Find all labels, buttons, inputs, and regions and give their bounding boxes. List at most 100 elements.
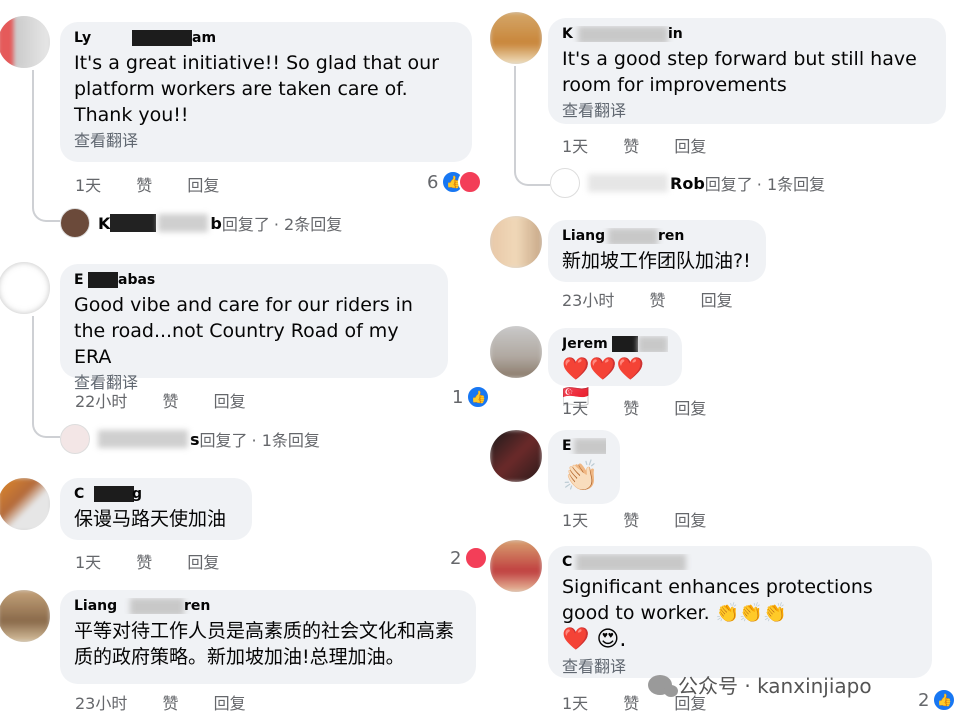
comment-bubble: K in It's a good step forward but still …	[548, 18, 946, 124]
view-replies-link[interactable]: Rob 回复了 · 1条回复	[550, 168, 825, 198]
reply-author-initial: K	[98, 213, 111, 233]
avatar[interactable]	[0, 16, 50, 68]
comment-author[interactable]: C	[562, 554, 918, 570]
reply-button[interactable]: 回复	[187, 176, 219, 195]
reply-author-tail: s	[190, 429, 200, 449]
avatar[interactable]	[490, 430, 542, 482]
comment-emoji-line: ❤️ 😍.	[562, 627, 627, 652]
comment-actions: 23小时 赞 回复	[562, 287, 763, 311]
love-reaction-icon	[458, 170, 483, 194]
view-replies-link[interactable]: s 回复了 · 1条回复	[60, 424, 320, 454]
reply-count: · 1条回复	[251, 431, 320, 450]
reaction-count: 2	[450, 547, 462, 569]
replied-label: 回复了	[221, 215, 270, 234]
comment-time: 23小时	[562, 291, 615, 310]
comment-author[interactable]: C g	[74, 486, 238, 502]
comment-bubble: Liang ren 平等对待工作人员是高素质的社会文化和高素质的政府策略。新加坡…	[60, 590, 476, 684]
reply-button[interactable]: 回复	[674, 511, 706, 530]
comment-bubble: Liang ren 新加坡工作团队加油?!	[548, 220, 766, 282]
thread-connector	[32, 70, 60, 222]
like-button[interactable]: 赞	[623, 399, 639, 418]
comment-author[interactable]: Liang ren	[74, 598, 462, 614]
reply-button[interactable]: 回复	[187, 553, 219, 572]
comment-time: 1天	[75, 553, 102, 572]
right-column: K in It's a good step forward but still …	[480, 0, 960, 720]
comment-text: 平等对待工作人员是高素质的社会文化和高素质的政府策略。新加坡加油!总理加油。	[74, 620, 455, 668]
comment-text: 👏🏻	[562, 459, 600, 494]
comment-bubble: Ly am It's a great initiative!! So glad …	[60, 22, 472, 162]
comment-actions: 1天 赞 回复	[562, 507, 736, 531]
watermark-text: 公众号 · kanxinjiapo	[678, 674, 872, 698]
comment-time: 1天	[562, 137, 589, 156]
comment-text: Significant enhances protections good to…	[562, 576, 873, 624]
left-column: Ly am It's a great initiative!! So glad …	[0, 0, 491, 720]
comment-author[interactable]: Jerem	[562, 336, 668, 352]
comment-time: 1天	[562, 694, 589, 713]
comment-time: 1天	[562, 511, 589, 530]
like-button[interactable]: 赞	[649, 291, 665, 310]
replied-label: 回复了	[704, 175, 753, 194]
reply-avatar	[60, 424, 90, 454]
reply-count: · 2条回复	[273, 215, 343, 234]
reply-button[interactable]: 回复	[214, 392, 246, 411]
like-button[interactable]: 赞	[136, 176, 152, 195]
like-button[interactable]: 赞	[623, 137, 639, 156]
like-button[interactable]: 赞	[162, 392, 178, 411]
reaction-summary[interactable]: 6 👍	[427, 170, 483, 194]
avatar[interactable]	[490, 326, 542, 378]
like-reaction-icon: 👍	[932, 688, 957, 712]
view-replies-link[interactable]: K b 回复了 · 2条回复	[60, 208, 342, 238]
comment-text: It's a great initiative!! So glad that o…	[74, 52, 439, 126]
thread-connector	[514, 66, 550, 186]
reply-count: · 1条回复	[756, 175, 826, 194]
like-button[interactable]: 赞	[623, 694, 639, 713]
reply-button[interactable]: 回复	[701, 291, 733, 310]
comment-bubble: E 👏🏻	[548, 430, 620, 504]
avatar[interactable]	[0, 262, 50, 314]
comment-author[interactable]: Ly am	[74, 30, 458, 46]
reaction-count: 1	[452, 386, 464, 408]
comment-actions: 22小时 赞 回复	[75, 388, 276, 412]
comment-time: 1天	[562, 399, 589, 418]
comment-actions: 23小时 赞 回复	[75, 690, 276, 714]
comment-author[interactable]: K in	[562, 26, 932, 42]
comment-time: 1天	[75, 176, 102, 195]
reaction-count: 6	[427, 171, 439, 193]
see-translation-link[interactable]: 查看翻译	[74, 130, 458, 152]
comment-actions: 1天 赞 回复	[562, 395, 736, 419]
reply-avatar	[60, 208, 90, 238]
wechat-icon	[648, 674, 678, 697]
reply-avatar	[550, 168, 580, 198]
reaction-summary[interactable]: 2 👍	[918, 688, 957, 712]
comment-bubble: C g 保谩马路天使加油	[60, 478, 252, 540]
see-translation-link[interactable]: 查看翻译	[562, 100, 932, 122]
reaction-count: 2	[918, 689, 930, 711]
reply-button[interactable]: 回复	[674, 399, 706, 418]
comment-actions: 1天 赞 回复	[75, 172, 249, 196]
comment-bubble: E abas Good vibe and care for our riders…	[60, 264, 448, 392]
like-button[interactable]: 赞	[162, 694, 178, 713]
avatar[interactable]	[490, 540, 542, 592]
avatar[interactable]	[0, 478, 50, 530]
wechat-watermark: 公众号 · kanxinjiapo	[648, 670, 872, 699]
comment-text: 保谩马路天使加油	[74, 508, 227, 530]
comment-bubble: Jerem ❤️❤️❤️🇸🇬	[548, 328, 682, 410]
comment-author[interactable]: Liang ren	[562, 228, 752, 244]
reply-button[interactable]: 回复	[674, 137, 706, 156]
thread-connector	[32, 316, 60, 438]
comment-time: 23小时	[75, 694, 128, 713]
comment-text: Good vibe and care for our riders in the…	[74, 294, 413, 368]
avatar[interactable]	[0, 590, 50, 642]
reply-author-tail: b	[210, 213, 222, 233]
avatar[interactable]	[490, 12, 542, 64]
reply-button[interactable]: 回复	[214, 694, 246, 713]
comment-time: 22小时	[75, 392, 128, 411]
like-button[interactable]: 赞	[623, 511, 639, 530]
comment-text: 新加坡工作团队加油?!	[562, 250, 751, 272]
avatar[interactable]	[490, 216, 542, 268]
like-button[interactable]: 赞	[136, 553, 152, 572]
reply-author-name: Rob	[670, 173, 705, 193]
comment-text: It's a good step forward but still have …	[562, 48, 917, 96]
comment-author[interactable]: E	[562, 438, 606, 454]
comment-author[interactable]: E abas	[74, 272, 434, 288]
